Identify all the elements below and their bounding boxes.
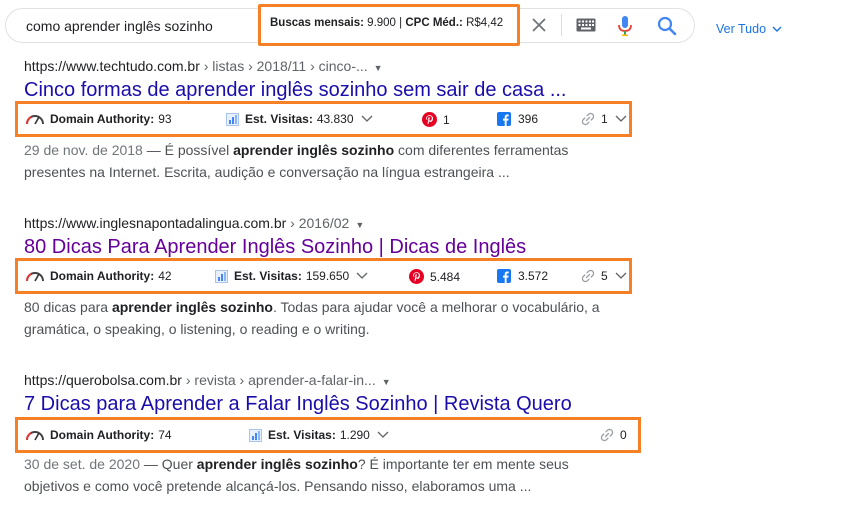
seo-metrics-bar: Domain Authority: 93 Est. Visitas: 43.830 … — [15, 101, 632, 137]
domain-authority-value: 74 — [158, 428, 172, 442]
result-title[interactable]: Cinco formas de aprender inglês sozinho … — [24, 78, 664, 102]
mic-icon[interactable] — [617, 15, 633, 37]
facebook-shares: 396 — [497, 112, 538, 126]
backlinks[interactable]: 1 — [581, 112, 627, 126]
result-title[interactable]: 80 Dicas Para Aprender Inglês Sozinho | … — [24, 235, 664, 259]
chart-icon — [249, 428, 262, 442]
domain-authority-value: 93 — [158, 112, 172, 126]
result-url-domain: https://www.techtudo.com.br — [24, 58, 200, 74]
domain-authority-label: Domain Authority: — [50, 269, 155, 283]
result-url-path: › 2016/02 — [286, 215, 350, 231]
chevron-down-icon — [772, 26, 782, 32]
pinterest-icon — [409, 269, 424, 284]
est-visitas-value: 1.290 — [339, 428, 370, 442]
pinterest-value: 1 — [443, 112, 450, 127]
keyboard-icon[interactable] — [576, 18, 596, 32]
close-icon[interactable] — [530, 16, 548, 34]
pinterest-shares: 5.484 — [409, 269, 460, 284]
domain-authority-label: Domain Authority: — [50, 112, 155, 126]
cpc-label: CPC Méd.: — [405, 17, 463, 29]
result-url[interactable]: https://www.inglesnapontadalingua.com.br… — [24, 215, 664, 231]
snippet-highlight: aprender inglês sozinho — [233, 142, 395, 158]
domain-authority: Domain Authority: 74 — [25, 428, 172, 442]
search-result: https://www.inglesnapontadalingua.com.br… — [24, 215, 664, 259]
caret-down-icon[interactable]: ▼ — [374, 63, 383, 73]
result-url-domain: https://querobolsa.com.br — [24, 372, 182, 388]
facebook-shares: 3.572 — [497, 269, 548, 283]
gauge-icon — [25, 431, 44, 441]
result-url-path: › listas › 2018/11 › cinco-... — [199, 58, 368, 74]
search-result: https://querobolsa.com.br › revista › ap… — [24, 372, 664, 416]
backlinks[interactable]: 5 — [581, 269, 627, 283]
volume-value: 9.900 — [367, 17, 396, 29]
chevron-down-icon[interactable] — [356, 272, 368, 280]
domain-authority: Domain Authority: 42 — [25, 269, 172, 283]
est-visitas[interactable]: Est. Visitas: 1.290 — [249, 428, 389, 442]
snippet-date: 30 de set. de 2020 — [24, 456, 140, 472]
chart-icon — [215, 269, 228, 283]
seo-metrics-bar: Domain Authority: 42 Est. Visitas: 159.650… — [15, 258, 632, 294]
facebook-value: 396 — [518, 112, 539, 126]
gauge-icon — [25, 115, 44, 125]
facebook-value: 3.572 — [518, 269, 549, 283]
result-snippet: 80 dicas para aprender inglês sozinho. T… — [24, 296, 624, 340]
snippet-text-pre: — É possível — [142, 142, 234, 158]
chevron-down-icon[interactable] — [615, 272, 627, 280]
result-snippet: 29 de nov. de 2018 — É possível aprender… — [24, 139, 624, 183]
search-input[interactable]: como aprender inglês sozinho — [26, 18, 213, 34]
est-visitas-value: 159.650 — [305, 269, 350, 283]
pinterest-shares: 1 — [422, 112, 450, 127]
chevron-down-icon[interactable] — [615, 115, 627, 123]
domain-authority-label: Domain Authority: — [50, 428, 155, 442]
ver-tudo-button[interactable]: Ver Tudo — [716, 22, 782, 36]
result-snippet: 30 de set. de 2020 — Quer aprender inglê… — [24, 453, 624, 497]
search-divider — [561, 14, 562, 36]
chart-icon — [226, 112, 239, 126]
search-result: https://www.techtudo.com.br › listas › 2… — [24, 58, 664, 102]
gauge-icon — [25, 272, 44, 282]
domain-authority: Domain Authority: 93 — [25, 112, 172, 126]
snippet-text-pre: — Quer — [140, 456, 197, 472]
est-visitas-label: Est. Visitas: — [245, 112, 313, 126]
est-visitas[interactable]: Est. Visitas: 43.830 — [226, 112, 373, 126]
result-url[interactable]: https://www.techtudo.com.br › listas › 2… — [24, 58, 664, 74]
facebook-icon — [497, 269, 511, 283]
result-url-path: › revista › aprender-a-falar-in... — [181, 372, 376, 388]
est-visitas-label: Est. Visitas: — [234, 269, 302, 283]
backlinks-value: 5 — [601, 269, 608, 283]
chevron-down-icon[interactable] — [361, 115, 373, 123]
pinterest-value: 5.484 — [430, 269, 461, 284]
result-url-domain: https://www.inglesnapontadalingua.com.br — [24, 215, 287, 231]
snippet-highlight: aprender inglês sozinho — [196, 456, 358, 472]
link-icon — [581, 269, 595, 283]
domain-authority-value: 42 — [158, 269, 172, 283]
link-icon — [600, 428, 614, 442]
metrics-separator: | — [399, 17, 403, 29]
seo-metrics-bar: Domain Authority: 74 Est. Visitas: 1.290 0 — [15, 417, 641, 453]
backlinks[interactable]: 0 — [600, 428, 627, 442]
snippet-text-pre: 80 dicas para — [24, 299, 112, 315]
volume-label: Buscas mensais: — [270, 17, 364, 29]
caret-down-icon[interactable]: ▼ — [382, 377, 391, 387]
keyword-metrics: Buscas mensais: 9.900 | CPC Méd.: R$4,42 — [270, 17, 503, 29]
est-visitas-label: Est. Visitas: — [268, 428, 336, 442]
facebook-icon — [497, 112, 511, 126]
snippet-highlight: aprender inglês sozinho — [111, 299, 273, 315]
backlinks-value: 1 — [601, 112, 608, 126]
pinterest-icon — [422, 112, 437, 127]
ver-tudo-label: Ver Tudo — [716, 22, 767, 36]
cpc-value: R$4,42 — [466, 17, 504, 29]
est-visitas[interactable]: Est. Visitas: 159.650 — [215, 269, 368, 283]
keyword-metrics-box: Buscas mensais: 9.900 | CPC Méd.: R$4,42 — [258, 4, 520, 46]
search-icon[interactable] — [656, 15, 678, 37]
result-title[interactable]: 7 Dicas para Aprender a Falar Inglês Soz… — [24, 392, 664, 416]
link-icon — [581, 112, 595, 126]
snippet-date: 29 de nov. de 2018 — [24, 142, 143, 158]
chevron-down-icon[interactable] — [377, 431, 389, 439]
est-visitas-value: 43.830 — [316, 112, 354, 126]
backlinks-value: 0 — [620, 428, 627, 442]
result-url[interactable]: https://querobolsa.com.br › revista › ap… — [24, 372, 664, 388]
caret-down-icon[interactable]: ▼ — [355, 220, 364, 230]
